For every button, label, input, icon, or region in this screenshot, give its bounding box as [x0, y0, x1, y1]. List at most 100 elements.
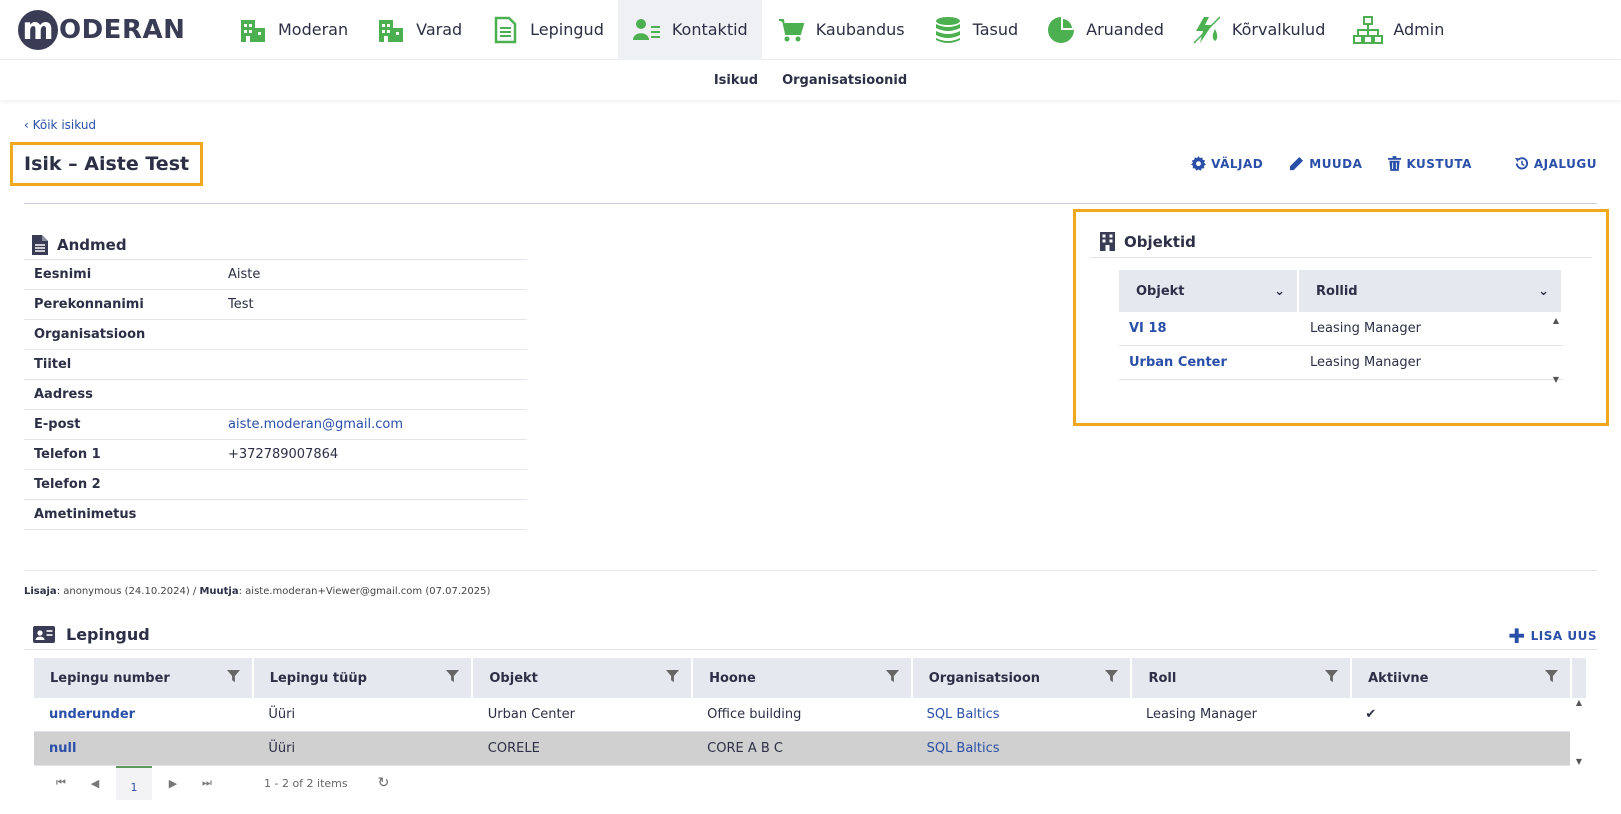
filter-icon[interactable] — [1325, 669, 1339, 687]
lepingu-number-link[interactable]: underunder — [34, 707, 253, 722]
field-label: Telefon 2 — [34, 477, 101, 492]
objekt-link[interactable]: VI 18 — [1119, 321, 1302, 336]
field-label: Tiitel — [34, 357, 72, 372]
objekt-link[interactable]: Urban Center — [1119, 355, 1302, 370]
nav-label: Lepingud — [530, 20, 604, 39]
scroll-up-icon[interactable]: ▲ — [1553, 316, 1559, 325]
table-row[interactable]: null Üüri CORELE CORE A B C SQL Baltics — [34, 732, 1570, 766]
add-new-button[interactable]: ✚ LISA UUS — [1508, 626, 1597, 646]
field-aadress: Aadress — [24, 380, 527, 410]
prev-page-icon[interactable]: ◀ — [78, 777, 112, 790]
organisatsioon-link[interactable]: SQL Baltics — [912, 741, 1131, 756]
first-page-icon[interactable]: ⏮ — [44, 776, 78, 790]
nav-label: Moderan — [278, 20, 349, 39]
scroll-up-icon[interactable]: ▲ — [1576, 698, 1582, 707]
column-label: Lepingu number — [50, 670, 170, 686]
email-link[interactable]: aiste.moderan@gmail.com — [228, 417, 403, 432]
filter-icon[interactable] — [1105, 669, 1119, 687]
column-header-aktiivne[interactable]: Aktiivne — [1352, 658, 1572, 698]
filter-icon[interactable] — [666, 669, 680, 687]
field-eesnimi: Eesnimi Aiste — [24, 260, 527, 290]
column-header-hoone[interactable]: Hoone — [693, 658, 913, 698]
back-link[interactable]: ‹ Kõik isikud — [24, 118, 96, 132]
chevron-down-icon[interactable]: ⌄ — [1538, 284, 1549, 299]
column-label: Objekt — [489, 670, 538, 686]
field-telefon-2: Telefon 2 — [24, 470, 527, 500]
pencil-icon — [1290, 156, 1304, 171]
column-header-objekt[interactable]: Objekt — [473, 658, 694, 698]
nav-item-tasud[interactable]: Tasud — [919, 0, 1033, 60]
logo-mark: m — [18, 9, 58, 50]
last-page-icon[interactable]: ⏭ — [190, 776, 224, 790]
nav-item-kontaktid[interactable]: Kontaktid — [617, 0, 762, 60]
page-content: ‹ Kõik isikud Isik – Aiste Test VÄLJAD M… — [0, 118, 1621, 204]
added-by-label: Lisaja — [24, 586, 57, 597]
lepingu-tuup-cell: Üüri — [268, 741, 296, 756]
objektid-panel: Objektid Objekt ⌄ Rollid ⌄ VI 18 Leasing… — [1073, 209, 1609, 426]
nav-item-korvalkulud[interactable]: Kõrvalkulud — [1178, 0, 1339, 60]
column-header-rollid[interactable]: Rollid ⌄ — [1299, 270, 1563, 312]
nav-item-kaubandus[interactable]: Kaubandus — [762, 0, 919, 60]
lepingu-tuup-cell: Üüri — [268, 707, 296, 722]
scroll-down-icon[interactable]: ▼ — [1576, 757, 1582, 766]
column-header-roll[interactable]: Roll — [1132, 658, 1353, 698]
next-page-icon[interactable]: ▶ — [156, 777, 190, 790]
roll-cell: Leasing Manager — [1145, 707, 1257, 722]
organisatsioon-link[interactable]: SQL Baltics — [912, 707, 1131, 722]
column-label: Roll — [1148, 670, 1177, 686]
filter-icon[interactable] — [446, 669, 460, 687]
lepingu-number-link[interactable]: null — [34, 741, 253, 756]
page-number[interactable]: 1 — [116, 766, 152, 800]
field-value: +372789007864 — [228, 447, 339, 462]
history-button[interactable]: AJALUGU — [1514, 156, 1597, 171]
nav-item-aruanded[interactable]: Aruanded — [1032, 0, 1178, 60]
nav-item-admin[interactable]: Admin — [1339, 0, 1458, 60]
table-row: VI 18 Leasing Manager — [1119, 312, 1563, 346]
column-header-organisatsioon[interactable]: Organisatsioon — [913, 658, 1133, 698]
lepingud-table: Lepingu number Lepingu tüüp Objekt Hoone… — [34, 658, 1586, 766]
audit-info: Lisaja: anonymous (24.10.2024) / Muutja:… — [24, 586, 490, 597]
nav-label: Kaubandus — [815, 20, 905, 39]
delete-label: KUSTUTA — [1406, 156, 1472, 171]
plus-icon: ✚ — [1508, 624, 1526, 648]
utilities-icon — [1192, 15, 1222, 45]
history-icon — [1514, 157, 1528, 170]
table-row[interactable]: underunder Üüri Urban Center Office buil… — [34, 698, 1570, 732]
add-new-label: LISA UUS — [1530, 629, 1597, 643]
fields-button[interactable]: VÄLJAD — [1191, 156, 1263, 171]
lepingud-scrollbar[interactable]: ▲ ▼ — [1572, 698, 1586, 766]
nav-label: Kõrvalkulud — [1231, 20, 1326, 39]
refresh-icon[interactable]: ↻ — [378, 775, 390, 791]
andmed-header: Andmed — [24, 230, 527, 260]
objekt-cell: CORELE — [487, 741, 540, 756]
subnav-item-isikud[interactable]: Isikud — [714, 73, 758, 88]
field-value: Aiste — [228, 267, 261, 282]
chevron-down-icon[interactable]: ⌄ — [1274, 284, 1285, 299]
pie-chart-icon — [1046, 15, 1076, 45]
subnav-item-organisatsioonid[interactable]: Organisatsioonid — [782, 73, 907, 88]
andmed-title: Andmed — [57, 235, 127, 254]
nav-label: Kontaktid — [671, 20, 748, 39]
moderan-logo[interactable]: m ODERAN — [0, 9, 224, 50]
rollid-cell: Leasing Manager — [1310, 355, 1421, 370]
delete-button[interactable]: KUSTUTA — [1388, 156, 1471, 171]
section-divider — [24, 570, 1597, 571]
filter-icon[interactable] — [226, 669, 240, 687]
nav-item-moderan[interactable]: Moderan — [224, 0, 362, 60]
modified-by-value: : aiste.moderan+Viewer@gmail.com (07.07.… — [238, 586, 491, 597]
objektid-scrollbar[interactable]: ▲ ▼ — [1550, 316, 1562, 384]
filter-icon[interactable] — [1544, 669, 1558, 687]
column-header-lepingu-tuup[interactable]: Lepingu tüüp — [254, 658, 474, 698]
nav-item-varad[interactable]: Varad — [362, 0, 476, 60]
column-header-objekt[interactable]: Objekt ⌄ — [1119, 270, 1299, 312]
action-bar: VÄLJAD MUUDA KUSTUTA AJALUGU — [1191, 156, 1597, 171]
objekt-cell: Urban Center — [487, 707, 575, 722]
column-label: Hoone — [709, 670, 756, 686]
column-header-lepingu-number[interactable]: Lepingu number — [34, 658, 254, 698]
scroll-down-icon[interactable]: ▼ — [1553, 375, 1559, 384]
edit-button[interactable]: MUUDA — [1289, 156, 1362, 171]
filter-icon[interactable] — [885, 669, 899, 687]
fields-label: VÄLJAD — [1211, 156, 1264, 171]
contacts-icon — [632, 15, 662, 45]
nav-item-lepingud[interactable]: Lepingud — [476, 0, 618, 60]
